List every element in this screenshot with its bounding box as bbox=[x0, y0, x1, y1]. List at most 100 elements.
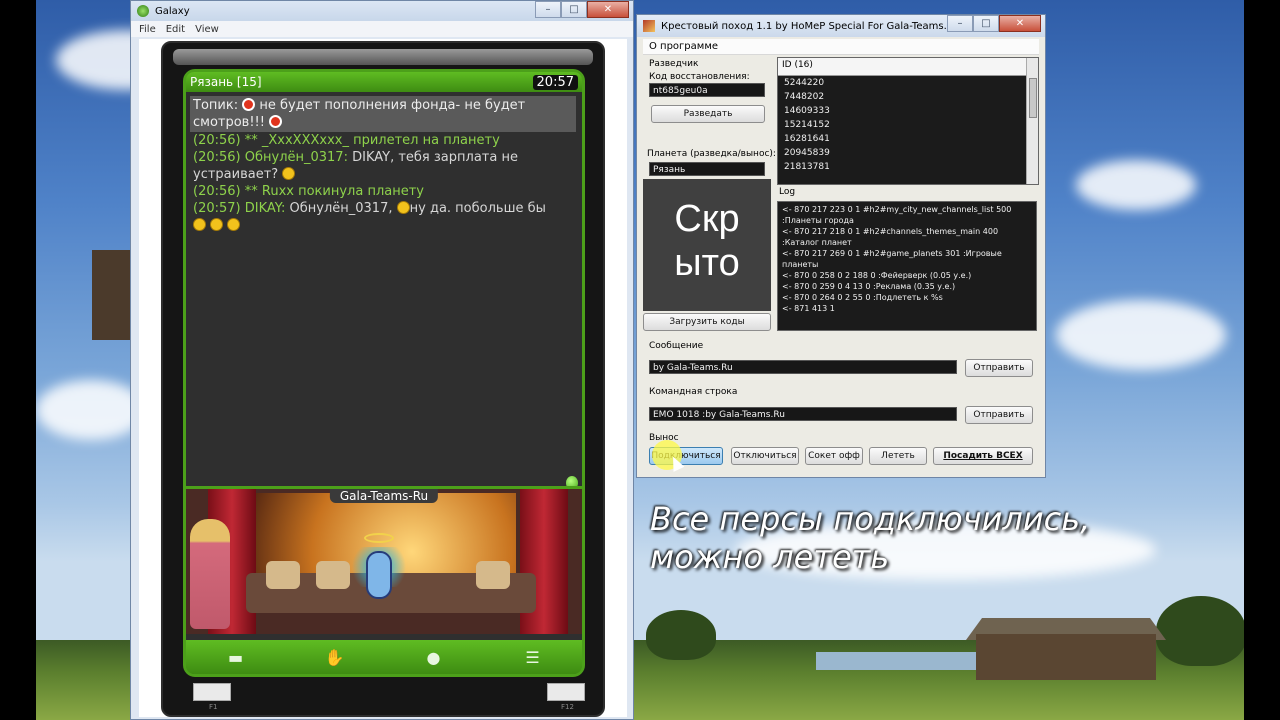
log-line: <- 870 0 258 0 2 188 0 :Фейерверк (0.05 … bbox=[782, 271, 972, 280]
close-button[interactable]: ✕ bbox=[999, 15, 1041, 32]
cushion bbox=[266, 561, 300, 589]
phone-frame: Рязань [15] 20:57 Топик: не будет пополн… bbox=[161, 41, 605, 717]
message-time: (20:56) bbox=[193, 184, 241, 199]
message-label: Сообщение bbox=[649, 341, 704, 351]
message-text: Обнулён_0317, bbox=[289, 201, 393, 216]
disconnect-button[interactable]: Отключиться bbox=[731, 447, 799, 465]
avatar-bug[interactable] bbox=[346, 529, 412, 619]
video-letterbox-left bbox=[0, 0, 36, 720]
cloud bbox=[1076, 160, 1196, 210]
chat-icon[interactable]: ▬ bbox=[227, 648, 245, 667]
game-screen: Рязань [15] 20:57 Топик: не будет пополн… bbox=[183, 69, 585, 677]
scene-label: Gala-Teams-Ru bbox=[329, 489, 439, 503]
galaxy-title: Galaxy bbox=[155, 5, 190, 17]
minimize-button[interactable]: – bbox=[947, 15, 973, 32]
socket-off-button[interactable]: Сокет офф bbox=[805, 447, 863, 465]
house bbox=[976, 634, 1156, 680]
soft-key-right[interactable] bbox=[547, 683, 585, 701]
recovery-code-label: Код восстановления: bbox=[649, 72, 750, 82]
message-time: (20:56) bbox=[193, 133, 241, 148]
send-command-button[interactable]: Отправить bbox=[965, 406, 1033, 424]
id-row[interactable]: 5244220 bbox=[778, 76, 1038, 90]
id-row[interactable]: 21813781 bbox=[778, 160, 1038, 174]
command-field[interactable]: EMO 1018 :by Gala-Teams.Ru bbox=[649, 407, 957, 421]
chat-message: (20:56) ** Ruxx покинула планету bbox=[190, 183, 576, 200]
menu-about[interactable]: О программе bbox=[643, 39, 1039, 55]
planet-scene[interactable]: Gala-Teams-Ru bbox=[186, 486, 582, 634]
command-label: Командная строка bbox=[649, 387, 738, 397]
load-codes-button[interactable]: Загрузить коды bbox=[643, 313, 771, 331]
id-list[interactable]: ID (16) 5244220 7448202 14609333 1521415… bbox=[777, 57, 1039, 185]
video-caption: Все персы подключились, можно лететь bbox=[650, 500, 1210, 576]
log-line: :Планеты города bbox=[782, 216, 854, 225]
crusade-app-icon bbox=[643, 20, 655, 32]
menu-file[interactable]: File bbox=[139, 24, 156, 35]
galaxy-window: Galaxy – □ ✕ File Edit View Рязань [15] … bbox=[130, 0, 634, 720]
galaxy-menubar: File Edit View bbox=[131, 21, 633, 37]
message-text: ** _XxxXXXxxx_ прилетел на планету bbox=[244, 133, 500, 148]
minimize-button[interactable]: – bbox=[535, 1, 561, 18]
chat-message: (20:57) DIKAY: Обнулён_0317, ну да. побо… bbox=[190, 200, 576, 217]
tree bbox=[646, 610, 716, 660]
emoji-row bbox=[190, 217, 576, 234]
menu-edit[interactable]: Edit bbox=[166, 24, 185, 35]
avatar-body bbox=[366, 551, 392, 599]
hand-icon[interactable]: ✋ bbox=[325, 648, 345, 667]
log-line: <- 870 0 259 0 4 13 0 :Реклама (0.35 у.е… bbox=[782, 282, 956, 291]
planet-field[interactable]: Рязань bbox=[649, 162, 765, 176]
message-time: (20:56) bbox=[193, 150, 241, 165]
scroll-thumb[interactable] bbox=[1029, 78, 1037, 118]
maximize-button[interactable]: □ bbox=[561, 1, 587, 18]
crusade-tool-window: Крестовый поход 1.1 by HoMeP Special For… bbox=[636, 14, 1046, 478]
message-field[interactable]: by Gala-Teams.Ru bbox=[649, 360, 957, 374]
message-nick[interactable]: Обнулён_0317: bbox=[245, 150, 348, 165]
topic-label: Топик: bbox=[193, 98, 239, 113]
scout-label: Разведчик bbox=[649, 59, 699, 69]
message-nick[interactable]: DIKAY: bbox=[245, 201, 286, 216]
chat-log[interactable]: Топик: не будет пополнения фонда- не буд… bbox=[190, 96, 576, 474]
clock: 20:57 bbox=[532, 74, 578, 90]
id-row[interactable]: 7448202 bbox=[778, 90, 1038, 104]
tree bbox=[1156, 596, 1244, 666]
log-line: <- 870 217 269 0 1 #h2#game_planets 301 … bbox=[782, 249, 1002, 258]
game-bottom-bar: ▬ ✋ ● ☰ bbox=[186, 640, 582, 674]
crusade-window-controls: – □ ✕ bbox=[947, 15, 1041, 32]
maximize-button[interactable]: □ bbox=[973, 15, 999, 32]
id-row[interactable]: 16281641 bbox=[778, 132, 1038, 146]
message-text: ** Ruxx покинула планету bbox=[244, 184, 424, 199]
avatar-girl[interactable] bbox=[190, 519, 230, 629]
message-text-cont: ну да. побольше бы bbox=[409, 201, 546, 216]
no-entry-emoji-icon bbox=[242, 98, 256, 111]
log-area[interactable]: <- 870 217 223 0 1 #h2#my_city_new_chann… bbox=[777, 201, 1037, 331]
scout-button[interactable]: Разведать bbox=[651, 105, 765, 123]
recovery-code-field[interactable]: nt685geu0a bbox=[649, 83, 765, 97]
close-button[interactable]: ✕ bbox=[587, 1, 629, 18]
hidden-text-line1: Скр bbox=[674, 198, 740, 240]
person-icon[interactable]: ● bbox=[425, 648, 443, 667]
send-message-button[interactable]: Отправить bbox=[965, 359, 1033, 377]
plant-all-button[interactable]: Посадить ВСЕХ bbox=[933, 447, 1033, 465]
list-icon[interactable]: ☰ bbox=[524, 648, 542, 667]
laugh-emoji-icon bbox=[227, 218, 241, 231]
menu-view[interactable]: View bbox=[195, 24, 219, 35]
soft-key-left[interactable] bbox=[193, 683, 231, 701]
id-row[interactable]: 20945839 bbox=[778, 146, 1038, 160]
video-letterbox-right bbox=[1244, 0, 1280, 720]
planet-label: Планета (разведка/вынос): bbox=[647, 149, 776, 159]
no-entry-emoji-icon bbox=[269, 115, 283, 128]
log-line: <- 871 413 1 bbox=[782, 304, 835, 313]
log-line: :Каталог планет bbox=[782, 238, 852, 247]
id-list-header: ID (16) bbox=[778, 58, 1038, 76]
cushion bbox=[476, 561, 510, 589]
id-row[interactable]: 14609333 bbox=[778, 104, 1038, 118]
id-list-scrollbar[interactable] bbox=[1026, 58, 1038, 184]
message-time: (20:57) bbox=[193, 201, 241, 216]
chat-message: (20:56) ** _XxxXXXxxx_ прилетел на плане… bbox=[190, 132, 576, 149]
id-row[interactable]: 15214152 bbox=[778, 118, 1038, 132]
smile-emoji-icon bbox=[396, 201, 410, 214]
fly-button[interactable]: Лететь bbox=[869, 447, 927, 465]
hidden-area: Скр ыто bbox=[643, 179, 771, 311]
log-line: <- 870 217 218 0 1 #h2#channels_themes_m… bbox=[782, 227, 999, 236]
laugh-emoji-icon bbox=[193, 218, 206, 231]
topic-line: Топик: не будет пополнения фонда- не буд… bbox=[190, 96, 576, 132]
